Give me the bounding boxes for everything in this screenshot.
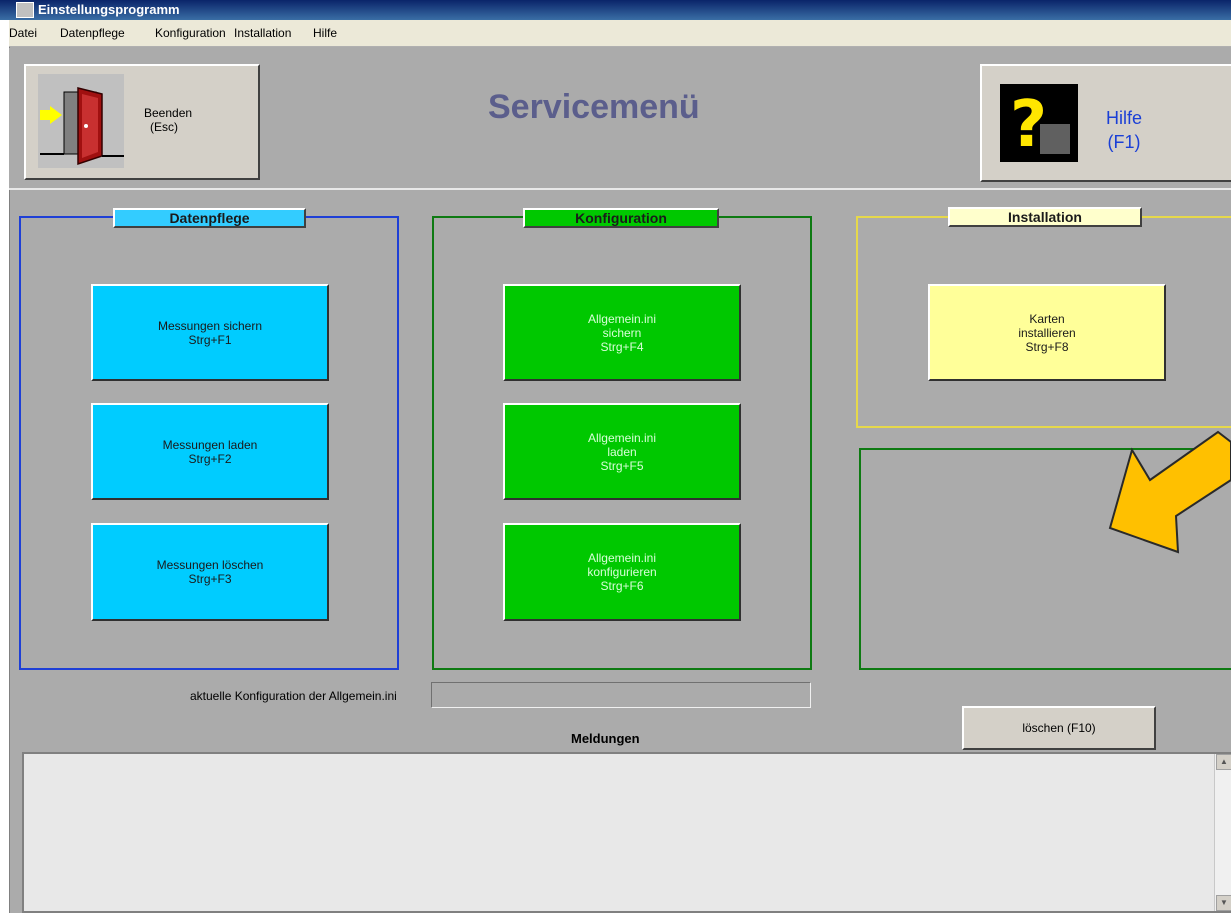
allgemein-laden-button[interactable]: Allgemein.ini laden Strg+F5 [503, 403, 741, 500]
exit-door-icon [38, 74, 124, 168]
allgemein-konfigurieren-button[interactable]: Allgemein.ini konfigurieren Strg+F6 [503, 523, 741, 621]
menu-bar: Datei Datenpflege Konfiguration Installa… [9, 20, 1231, 47]
allgemein-sichern-shortcut: Strg+F4 [600, 339, 644, 354]
messages-log[interactable]: ▲ ▼ [22, 752, 1231, 913]
exit-button-label: Beenden (Esc) [144, 106, 192, 134]
config-field[interactable] [431, 682, 811, 708]
menu-datei[interactable]: Datei [9, 26, 37, 40]
help-label-line1: Hilfe [1106, 108, 1143, 128]
scroll-down-icon[interactable]: ▼ [1216, 895, 1231, 911]
messungen-laden-button[interactable]: Messungen laden Strg+F2 [91, 403, 329, 500]
menu-installation[interactable]: Installation [234, 26, 291, 40]
exit-button[interactable]: Beenden (Esc) [24, 64, 260, 180]
exit-label-line2: (Esc) [150, 120, 178, 134]
title-bar[interactable]: Einstellungsprogramm [0, 0, 1231, 20]
scroll-up-icon[interactable]: ▲ [1216, 754, 1231, 770]
allgemein-konfigurieren-shortcut: Strg+F6 [600, 579, 644, 593]
allgemein-konfigurieren-line2: konfigurieren [587, 565, 657, 579]
legend-konfiguration: Konfiguration [523, 208, 719, 228]
messungen-laden-shortcut: Strg+F2 [188, 451, 232, 466]
messungen-sichern-button[interactable]: Messungen sichern Strg+F1 [91, 284, 329, 381]
annotation-arrow-icon [1108, 430, 1231, 554]
karten-installieren-shortcut: Strg+F8 [1025, 339, 1069, 354]
allgemein-konfigurieren-line1: Allgemein.ini [587, 551, 657, 565]
messungen-sichern-label: Messungen sichern [157, 318, 263, 333]
clear-messages-button[interactable]: löschen (F10) [962, 706, 1156, 750]
allgemein-sichern-line1: Allgemein.ini [587, 311, 657, 326]
config-label: aktuelle Konfiguration der Allgemein.ini [190, 689, 397, 703]
messungen-loeschen-button[interactable]: Messungen löschen Strg+F3 [91, 523, 329, 621]
help-label-line2: (F1) [1107, 132, 1141, 152]
messages-label: Meldungen [571, 731, 640, 746]
allgemein-sichern-line2: sichern [602, 325, 642, 340]
help-button-label: Hilfe (F1) [1106, 106, 1142, 154]
app-icon [16, 2, 34, 18]
app-window: Einstellungsprogramm Datei Datenpflege K… [0, 0, 1231, 913]
messages-scrollbar[interactable]: ▲ ▼ [1214, 754, 1231, 911]
allgemein-sichern-button[interactable]: Allgemein.ini sichern Strg+F4 [503, 284, 741, 381]
karten-installieren-button[interactable]: Karten installieren Strg+F8 [928, 284, 1166, 381]
allgemein-laden-line2: laden [607, 444, 637, 459]
messungen-sichern-shortcut: Strg+F1 [188, 332, 232, 347]
window-title: Einstellungsprogramm [38, 2, 180, 17]
svg-text:?: ? [1010, 88, 1047, 162]
help-button[interactable]: ? Hilfe (F1) [980, 64, 1231, 182]
karten-installieren-line1: Karten [1029, 311, 1065, 326]
karten-installieren-line2: installieren [1018, 325, 1076, 340]
allgemein-laden-line1: Allgemein.ini [587, 430, 657, 445]
menu-hilfe[interactable]: Hilfe [313, 26, 337, 40]
exit-label-line1: Beenden [144, 106, 193, 120]
menu-datenpflege[interactable]: Datenpflege [60, 26, 125, 40]
legend-datenpflege: Datenpflege [113, 208, 306, 228]
messungen-laden-label: Messungen laden [162, 437, 258, 452]
allgemein-laden-shortcut: Strg+F5 [600, 458, 644, 473]
messungen-loeschen-label: Messungen löschen [156, 558, 264, 572]
menu-konfiguration[interactable]: Konfiguration [155, 26, 226, 40]
help-question-icon: ? [1000, 84, 1078, 162]
page-title: Servicemenü [488, 88, 700, 126]
messungen-loeschen-shortcut: Strg+F3 [188, 572, 232, 586]
legend-installation: Installation [948, 207, 1142, 227]
